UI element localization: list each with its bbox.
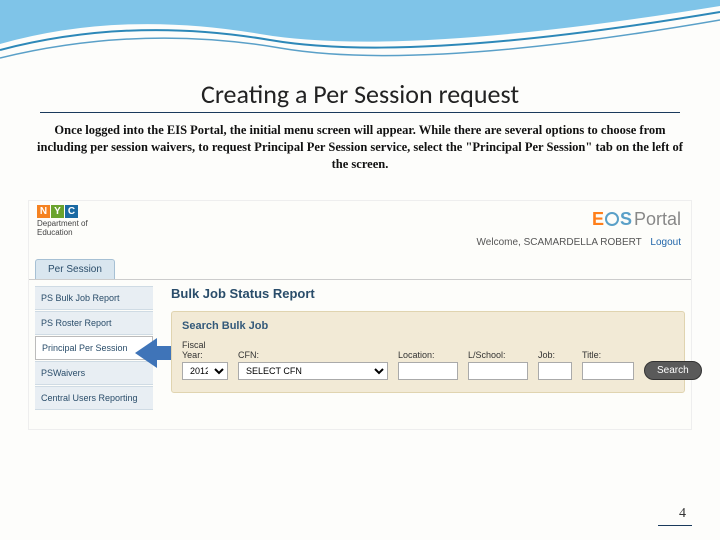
search-bulk-job-panel: Search Bulk Job Fiscal Year: 2012 CFN: S…	[171, 311, 685, 393]
nyc-doe-logo: N Y C Department ofEducation	[37, 205, 88, 238]
nyc-logo-n: N	[37, 205, 50, 218]
title-input[interactable]	[582, 362, 634, 380]
label-cfn: CFN:	[238, 350, 388, 360]
label-fiscal-year: Fiscal Year:	[182, 340, 228, 360]
nyc-logo-c: C	[65, 205, 78, 218]
eis-portal-logo: ESPortal	[592, 209, 681, 230]
field-location: Location:	[398, 350, 458, 380]
label-location: Location:	[398, 350, 458, 360]
sidebar-item-principal-per-session[interactable]: Principal Per Session	[35, 336, 153, 360]
app-screenshot: N Y C Department ofEducation ESPortal We…	[28, 200, 692, 430]
fiscal-year-select[interactable]: 2012	[182, 362, 228, 380]
location-input[interactable]	[398, 362, 458, 380]
sidebar-item-pswaivers[interactable]: PSWaivers	[35, 361, 153, 385]
sidebar: PS Bulk Job Report PS Roster Report Prin…	[35, 286, 153, 411]
label-lschool: L/School:	[468, 350, 528, 360]
field-title: Title:	[582, 350, 634, 380]
slide-title: Creating a Per Session request	[0, 78, 720, 110]
decorative-wave	[0, 0, 720, 80]
page-number-underline	[658, 525, 692, 526]
top-tabbar: Per Session	[35, 259, 115, 279]
label-job: Job:	[538, 350, 572, 360]
main-panel: Bulk Job Status Report Search Bulk Job F…	[171, 286, 685, 393]
search-button[interactable]: Search	[644, 361, 702, 380]
page-number: 4	[679, 506, 686, 522]
welcome-username: SCAMARDELLA ROBERT	[524, 237, 642, 248]
field-fiscal-year: Fiscal Year: 2012	[182, 340, 228, 380]
panel-title: Bulk Job Status Report	[171, 286, 685, 301]
job-input[interactable]	[538, 362, 572, 380]
logout-link[interactable]: Logout	[650, 237, 681, 248]
title-underline	[40, 112, 680, 113]
ring-icon	[605, 212, 619, 226]
nyc-dept-label: Department ofEducation	[37, 220, 88, 238]
field-cfn: CFN: SELECT CFN	[238, 350, 388, 380]
tab-per-session[interactable]: Per Session	[35, 259, 115, 279]
cfn-select[interactable]: SELECT CFN	[238, 362, 388, 380]
nyc-logo-y: Y	[51, 205, 64, 218]
sidebar-item-ps-bulk-job-report[interactable]: PS Bulk Job Report	[35, 286, 153, 310]
welcome-text: Welcome, SCAMARDELLA ROBERT Logout	[477, 237, 681, 248]
search-panel-title: Search Bulk Job	[182, 320, 674, 332]
sidebar-item-ps-roster-report[interactable]: PS Roster Report	[35, 311, 153, 335]
app-header: N Y C Department ofEducation ESPortal We…	[29, 201, 691, 253]
label-title: Title:	[582, 350, 634, 360]
field-lschool: L/School:	[468, 350, 528, 380]
field-job: Job:	[538, 350, 572, 380]
slide-instruction: Once logged into the EIS Portal, the ini…	[30, 122, 690, 173]
sidebar-item-central-users-reporting[interactable]: Central Users Reporting	[35, 386, 153, 410]
lschool-input[interactable]	[468, 362, 528, 380]
